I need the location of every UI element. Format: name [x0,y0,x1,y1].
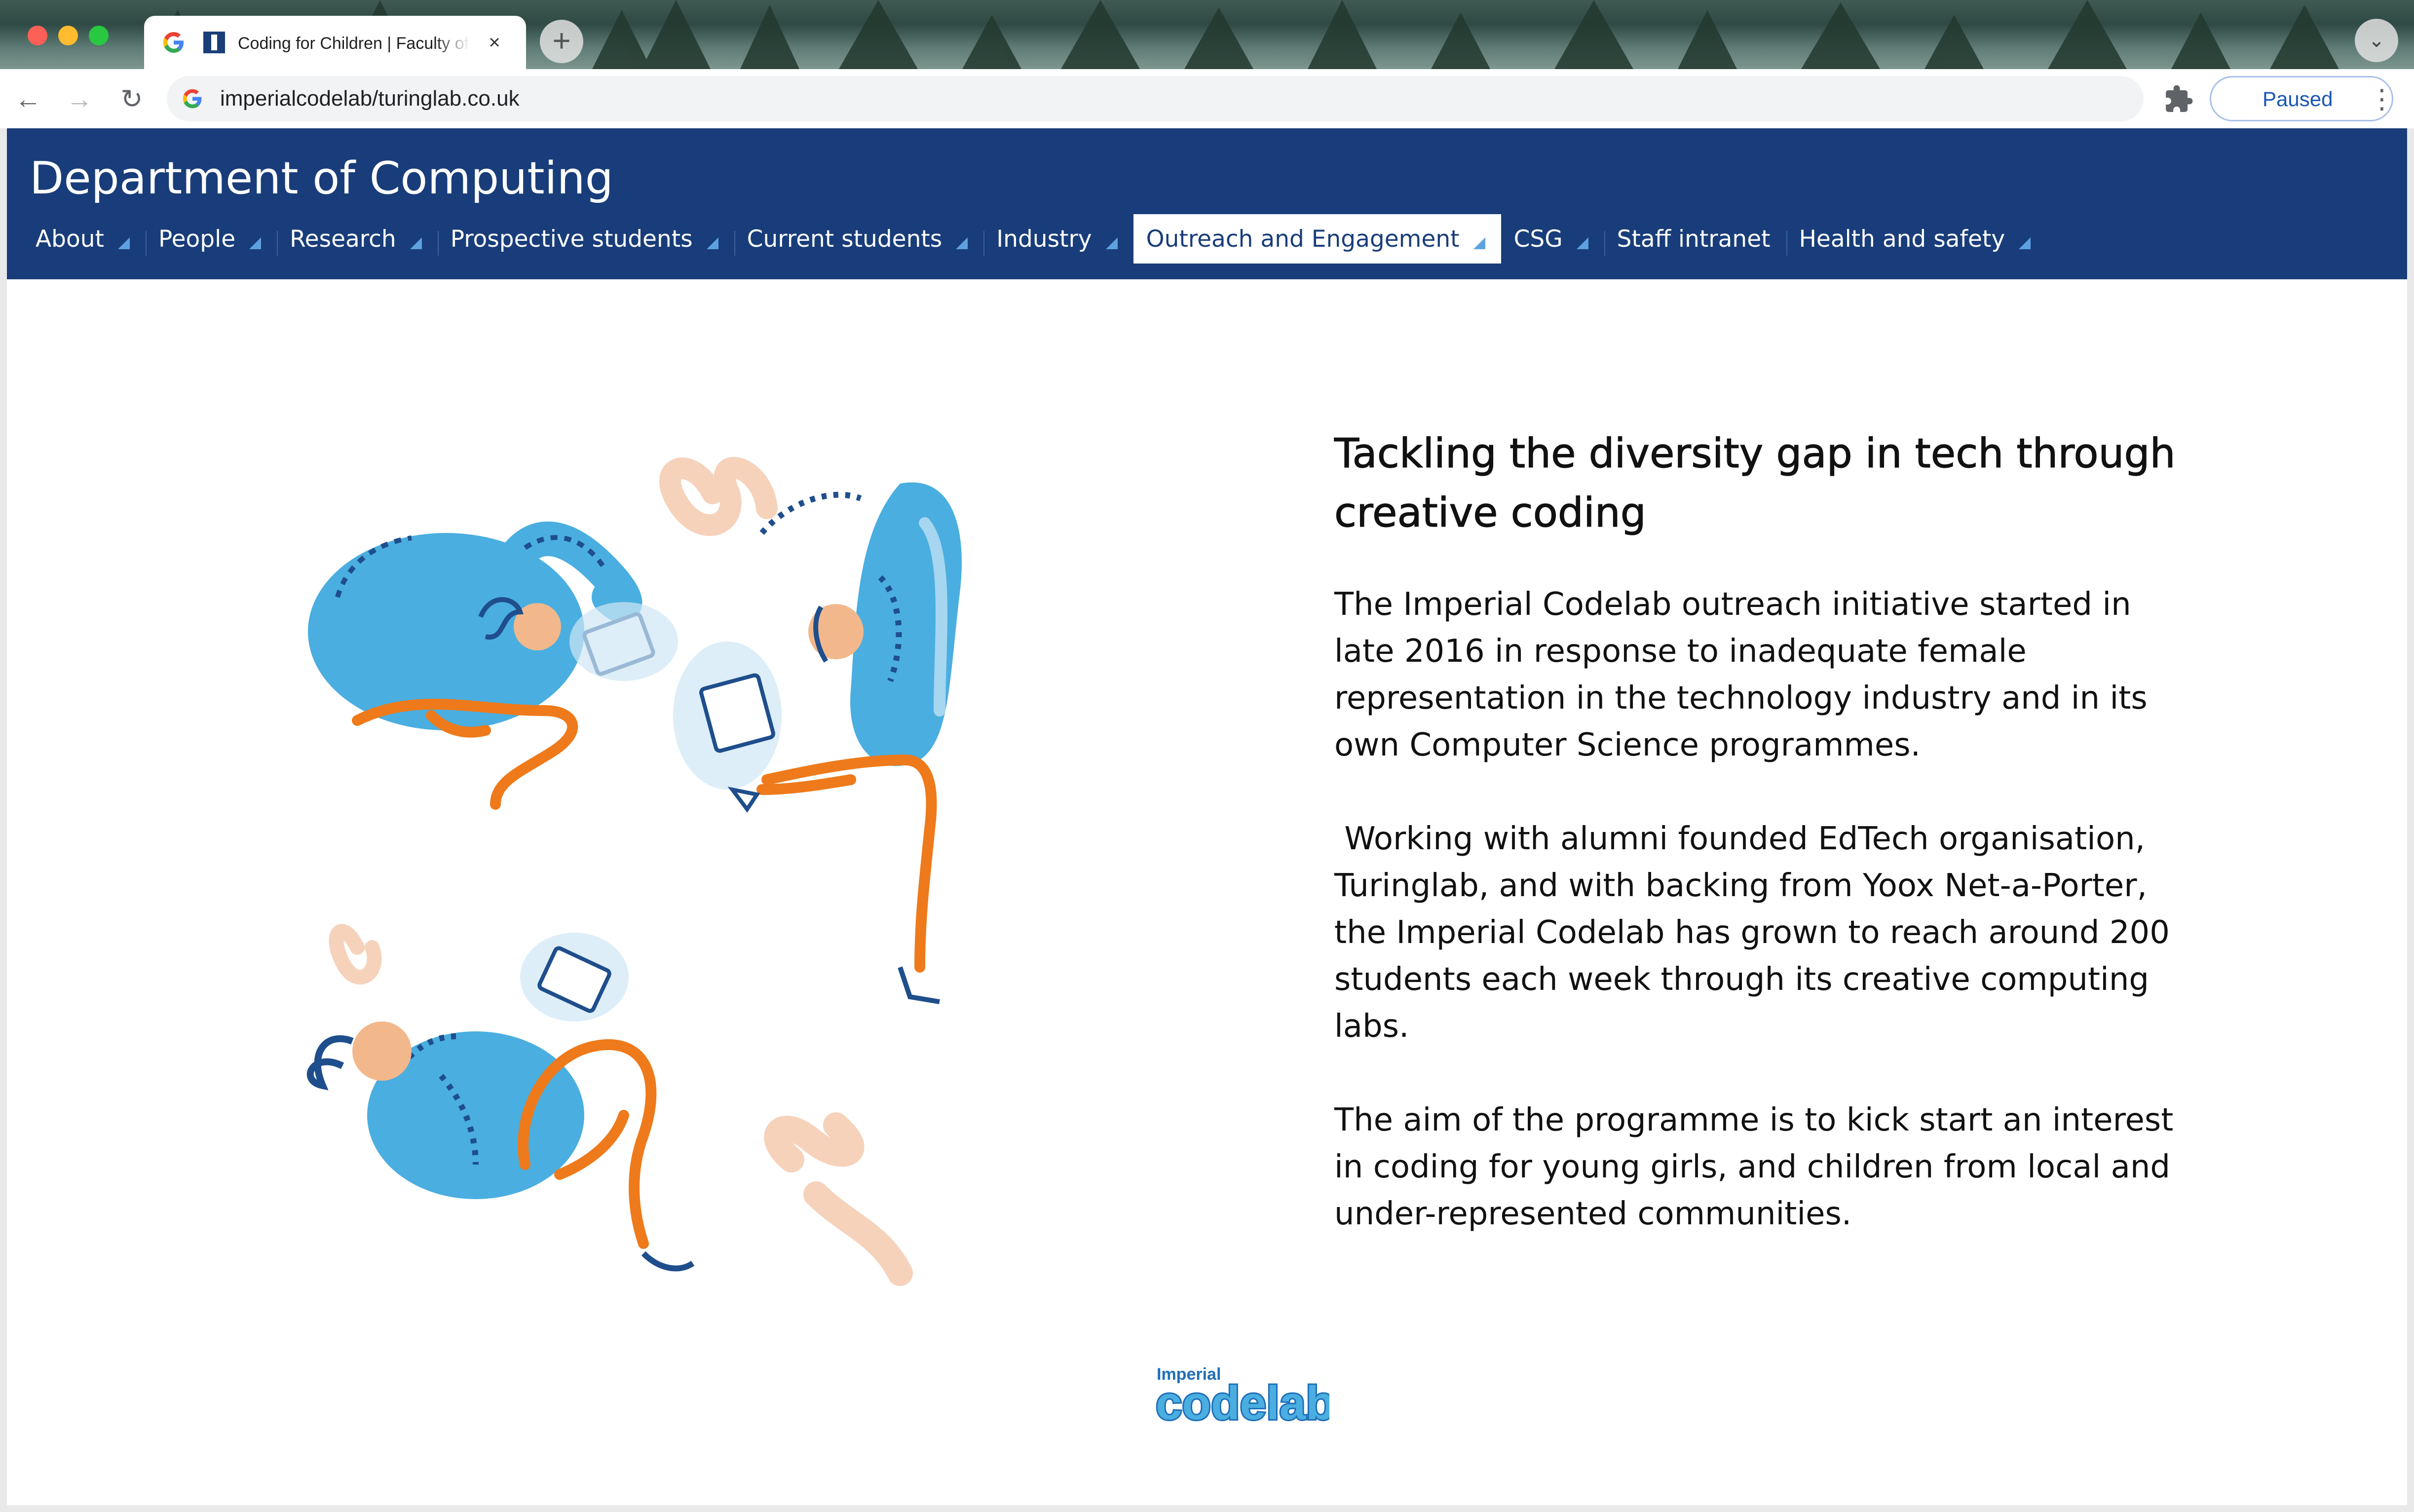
new-tab-button[interactable]: + [540,20,583,63]
nav-label: Prospective students [450,225,693,253]
dropdown-caret-icon [956,237,968,249]
google-icon [183,89,202,109]
nav-item-about[interactable]: About [23,214,146,264]
extensions-puzzle-icon[interactable] [2163,84,2194,114]
zoom-window-button[interactable] [89,26,109,45]
children-coding-illustration [306,457,962,1286]
nav-item-people[interactable]: People [145,214,277,264]
nav-item-outreach-and-engagement[interactable]: Outreach and Engagement [1133,214,1501,264]
dropdown-caret-icon [410,237,422,249]
nav-label: Industry [996,225,1092,253]
reload-icon[interactable]: ↻ [114,82,149,116]
paused-label: Paused [2263,87,2333,111]
nav-label: Current students [747,225,943,253]
logo-main-text: codelab [1156,1377,1329,1430]
dropdown-caret-icon [2019,237,2031,249]
article-paragraph: The Imperial Codelab outreach initiative… [1334,586,2148,763]
more-menu-icon[interactable]: ⋮ [2369,82,2395,116]
tab-title: Coding for Children | Faculty of Enginee… [238,34,470,53]
article: Tackling the diversity gap in tech throu… [1334,424,2183,1238]
nav-item-csg[interactable]: CSG [1501,214,1604,264]
dropdown-caret-icon [1105,237,1118,249]
profile-paused-button[interactable]: Paused [2210,76,2393,121]
dropdown-caret-icon [249,237,262,249]
web-page: Department of Computing About People Res… [7,128,2407,1505]
imperial-codelab-logo[interactable]: Imperial codelab [1152,1361,1329,1430]
tab-search-button[interactable]: ⌄ [2355,19,2398,62]
site-title[interactable]: Department of Computing [30,149,613,208]
nav-item-industry[interactable]: Industry [983,214,1133,264]
url-text[interactable]: imperialcodelab/turinglab.co.uk [220,87,520,111]
article-paragraph: The aim of the programme is to kick star… [1334,1102,2174,1232]
minimize-window-button[interactable] [58,26,78,45]
nav-label: Outreach and Engagement [1146,225,1460,253]
browser-toolbar: ← → ↻ imperialcodelab/turinglab.co.uk Pa… [0,69,2414,128]
close-window-button[interactable] [28,26,47,45]
forward-arrow-icon[interactable]: → [62,82,97,116]
dropdown-caret-icon [1473,237,1485,249]
nav-label: Health and safety [1799,225,2005,253]
tab-close-icon[interactable]: × [483,31,506,54]
article-paragraph: Working with alumni founded EdTech organ… [1334,821,2180,1045]
nav-label: Research [290,225,396,253]
nav-item-prospective-students[interactable]: Prospective students [437,214,734,264]
imperial-favicon-icon [203,32,225,53]
nav-item-current-students[interactable]: Current students [734,214,984,264]
nav-label: CSG [1513,225,1563,253]
nav-item-research[interactable]: Research [277,214,438,264]
nav-label: Staff intranet [1617,225,1771,253]
article-heading: Tackling the diversity gap in tech throu… [1334,430,2176,536]
google-icon [163,32,184,53]
avatar [2218,83,2249,114]
browser-tab-strip: Coding for Children | Faculty of Enginee… [0,0,2414,69]
nav-item-health-and-safety[interactable]: Health and safety [1786,214,2047,264]
main-navigation: About People Research Prospective studen… [23,214,2046,264]
nav-item-staff-intranet[interactable]: Staff intranet [1604,214,1786,264]
back-arrow-icon[interactable]: ← [11,82,45,116]
dropdown-caret-icon [117,237,130,249]
site-header: Department of Computing About People Res… [7,128,2407,279]
nav-label: People [158,225,236,253]
address-bar[interactable]: imperialcodelab/turinglab.co.uk [167,76,2144,121]
browser-tab-active[interactable]: Coding for Children | Faculty of Enginee… [144,16,526,69]
dropdown-caret-icon [1576,237,1588,249]
nav-label: About [36,225,104,253]
dropdown-caret-icon [706,237,718,249]
